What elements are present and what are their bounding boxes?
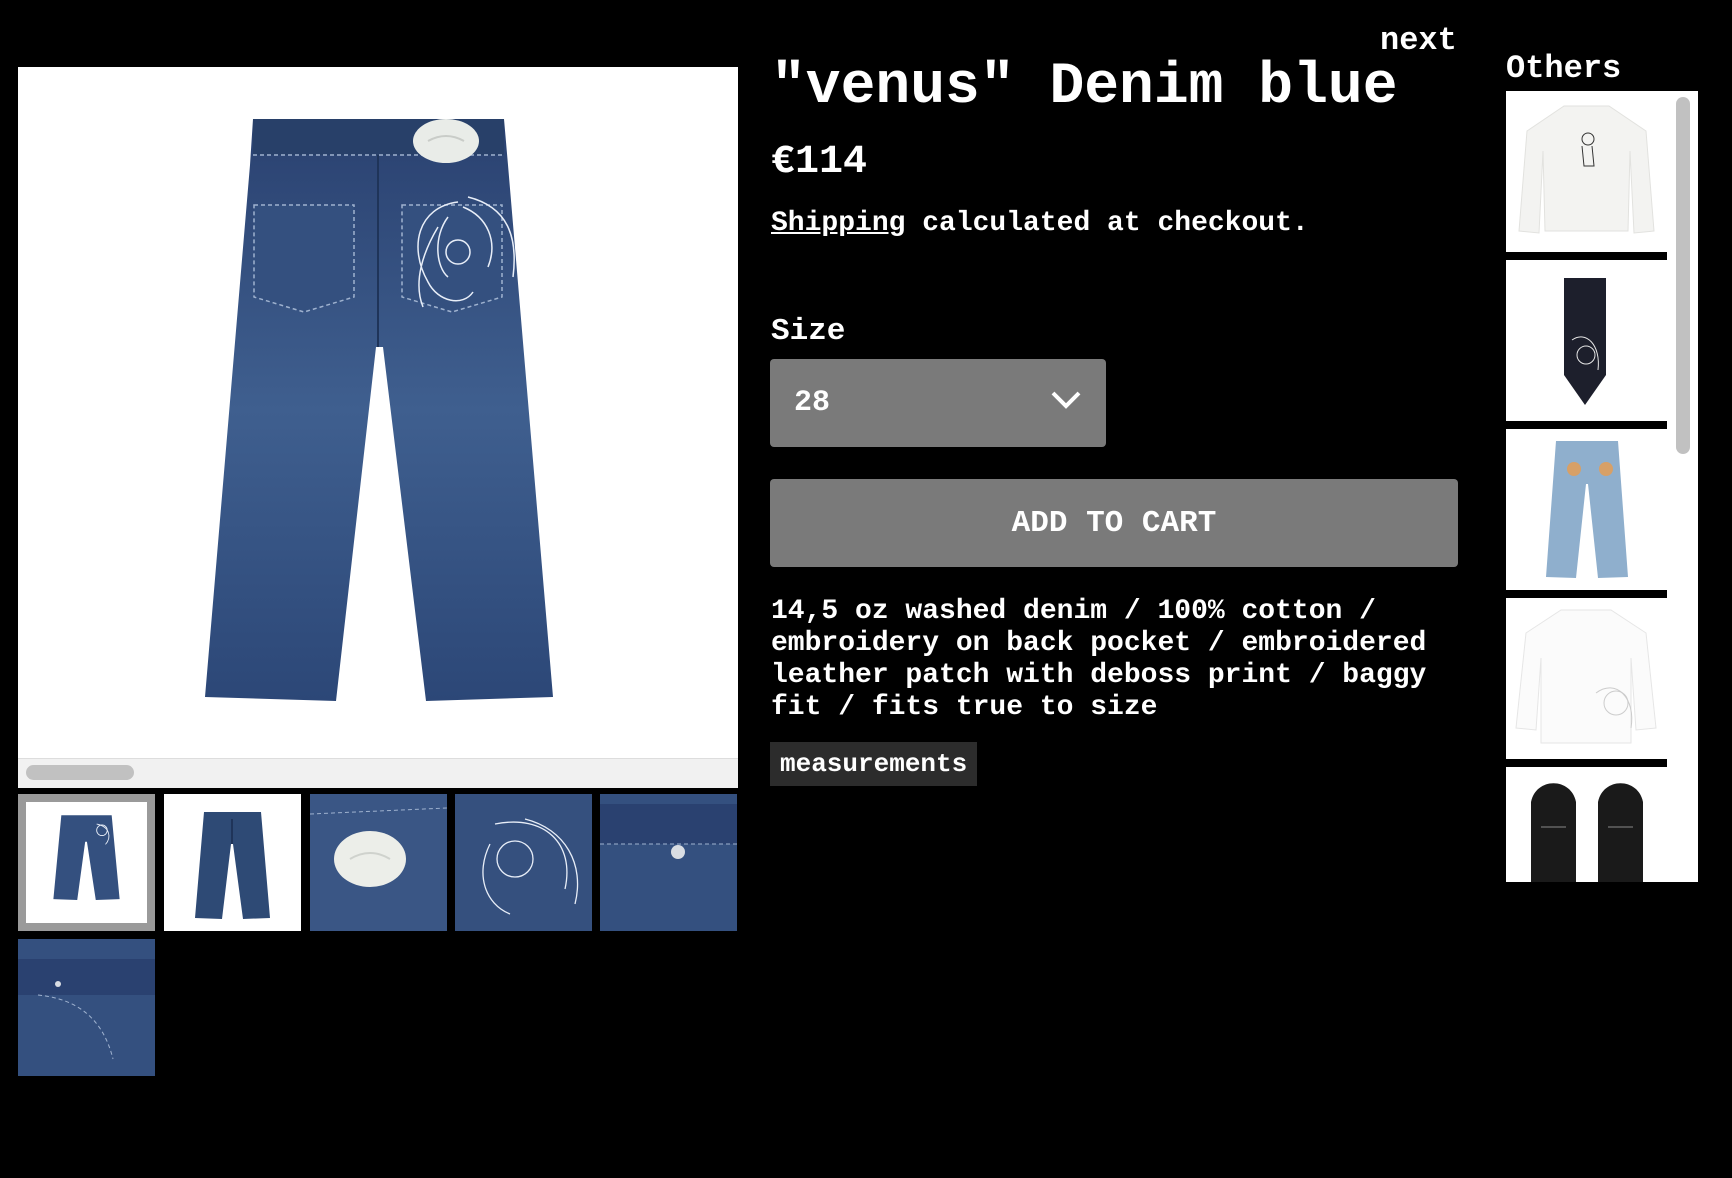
chevron-down-icon — [1050, 386, 1082, 420]
size-select[interactable]: 28 — [770, 359, 1106, 447]
shipping-note: Shipping calculated at checkout. — [771, 208, 1309, 239]
thumbnail-jeans-back[interactable] — [18, 794, 155, 931]
measurements-button[interactable]: measurements — [770, 742, 978, 786]
others-scrollbar-thumb[interactable] — [1676, 97, 1690, 454]
thumbnail-waistband[interactable] — [600, 794, 737, 931]
main-product-image[interactable] — [18, 67, 738, 787]
other-product-tie[interactable] — [1506, 260, 1667, 421]
other-product-loafers[interactable] — [1506, 767, 1667, 882]
other-product-light-jeans[interactable] — [1506, 429, 1667, 590]
thumbnail-jeans-front[interactable] — [164, 794, 301, 931]
others-list[interactable] — [1506, 91, 1698, 882]
product-description: 14,5 oz washed denim / 100% cotton / emb… — [771, 596, 1427, 723]
product-title: "venus" Denim blue — [771, 55, 1398, 120]
thumbnail-leather-patch[interactable] — [310, 794, 447, 931]
image-scrollbar-thumb[interactable] — [26, 765, 134, 780]
thumbnail-embroidered-pocket[interactable] — [455, 794, 592, 931]
shipping-note-text: calculated at checkout. — [905, 208, 1309, 239]
shipping-link[interactable]: Shipping — [771, 208, 905, 239]
others-heading: Others — [1506, 50, 1622, 87]
thumbnail-front-pocket[interactable] — [18, 939, 155, 1076]
product-price: €114 — [771, 140, 868, 185]
other-product-longsleeve[interactable] — [1506, 91, 1667, 252]
other-product-white-shirt[interactable] — [1506, 598, 1667, 759]
size-label: Size — [771, 314, 846, 349]
next-product-link[interactable]: next — [1380, 22, 1457, 59]
size-selected-value: 28 — [794, 386, 831, 420]
add-to-cart-button[interactable]: ADD TO CART — [770, 479, 1458, 567]
